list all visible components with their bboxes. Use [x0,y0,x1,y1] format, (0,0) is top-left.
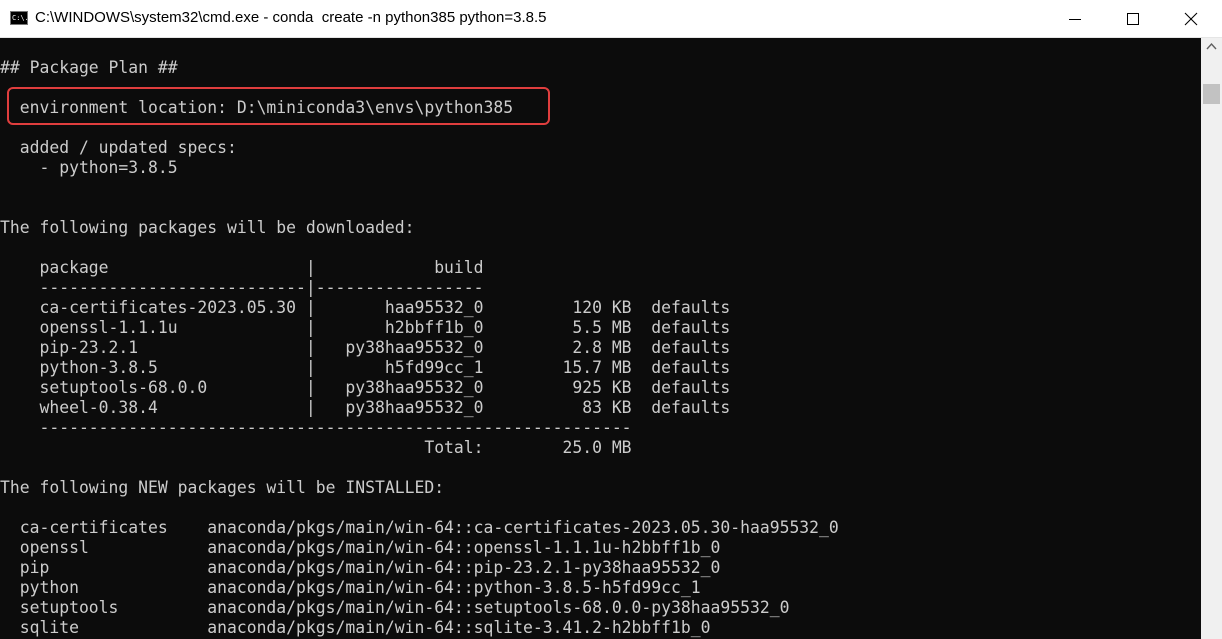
scroll-up-arrow-icon[interactable] [1206,42,1217,50]
close-button[interactable] [1162,0,1220,38]
close-icon [1184,12,1198,26]
console-line-total-rule: ----------------------------------------… [0,418,632,437]
console-line-install-row: sqlite anaconda/pkgs/main/win-64::sqlite… [0,618,711,637]
console-line-total: Total: 25.0 MB [0,438,632,457]
highlight-box [7,87,550,125]
vertical-scrollbar[interactable] [1201,38,1222,639]
minimize-icon [1069,19,1081,20]
console-line-package-row: python-3.8.5 | h5fd99cc_1 15.7 MB defaul… [0,358,731,377]
console-line-install-heading: The following NEW packages will be INSTA… [0,478,445,497]
console-line-spec: - python=3.8.5 [0,158,178,177]
console-line-install-row: ca-certificates anaconda/pkgs/main/win-6… [0,518,839,537]
console-line-install-row: openssl anaconda/pkgs/main/win-64::opens… [0,538,721,557]
console-output[interactable]: ## Package Plan ## environment location:… [0,38,1201,639]
console-line-download-heading: The following packages will be downloade… [0,218,415,237]
console-line-heading: ## Package Plan ## [0,58,178,77]
minimize-button[interactable] [1046,0,1104,38]
console-line-specs-label: added / updated specs: [0,138,237,157]
console-line-install-row: setuptools anaconda/pkgs/main/win-64::se… [0,598,790,617]
window-title: C:\WINDOWS\system32\cmd.exe - conda crea… [35,9,547,26]
cmd-app-icon[interactable]: C:\. [10,11,28,25]
console-line-install-row: python anaconda/pkgs/main/win-64::python… [0,578,701,597]
console-line-package-row: openssl-1.1.1u | h2bbff1b_0 5.5 MB defau… [0,318,731,337]
maximize-icon [1127,13,1139,25]
console-line-table-rule: ---------------------------|------------… [0,278,484,297]
title-bar[interactable]: C:\. C:\WINDOWS\system32\cmd.exe - conda… [0,0,1222,38]
console-line-package-row: wheel-0.38.4 | py38haa95532_0 83 KB defa… [0,398,731,417]
console-line-package-row: pip-23.2.1 | py38haa95532_0 2.8 MB defau… [0,338,731,357]
console-line-package-row: setuptools-68.0.0 | py38haa95532_0 925 K… [0,378,731,397]
console-line-package-row: ca-certificates-2023.05.30 | haa95532_0 … [0,298,731,317]
console-line-table-header: package | build [0,258,484,277]
maximize-button[interactable] [1104,0,1162,38]
scroll-thumb[interactable] [1203,84,1220,104]
cmd-window: C:\. C:\WINDOWS\system32\cmd.exe - conda… [0,0,1222,639]
console-line-install-row: pip anaconda/pkgs/main/win-64::pip-23.2.… [0,558,721,577]
